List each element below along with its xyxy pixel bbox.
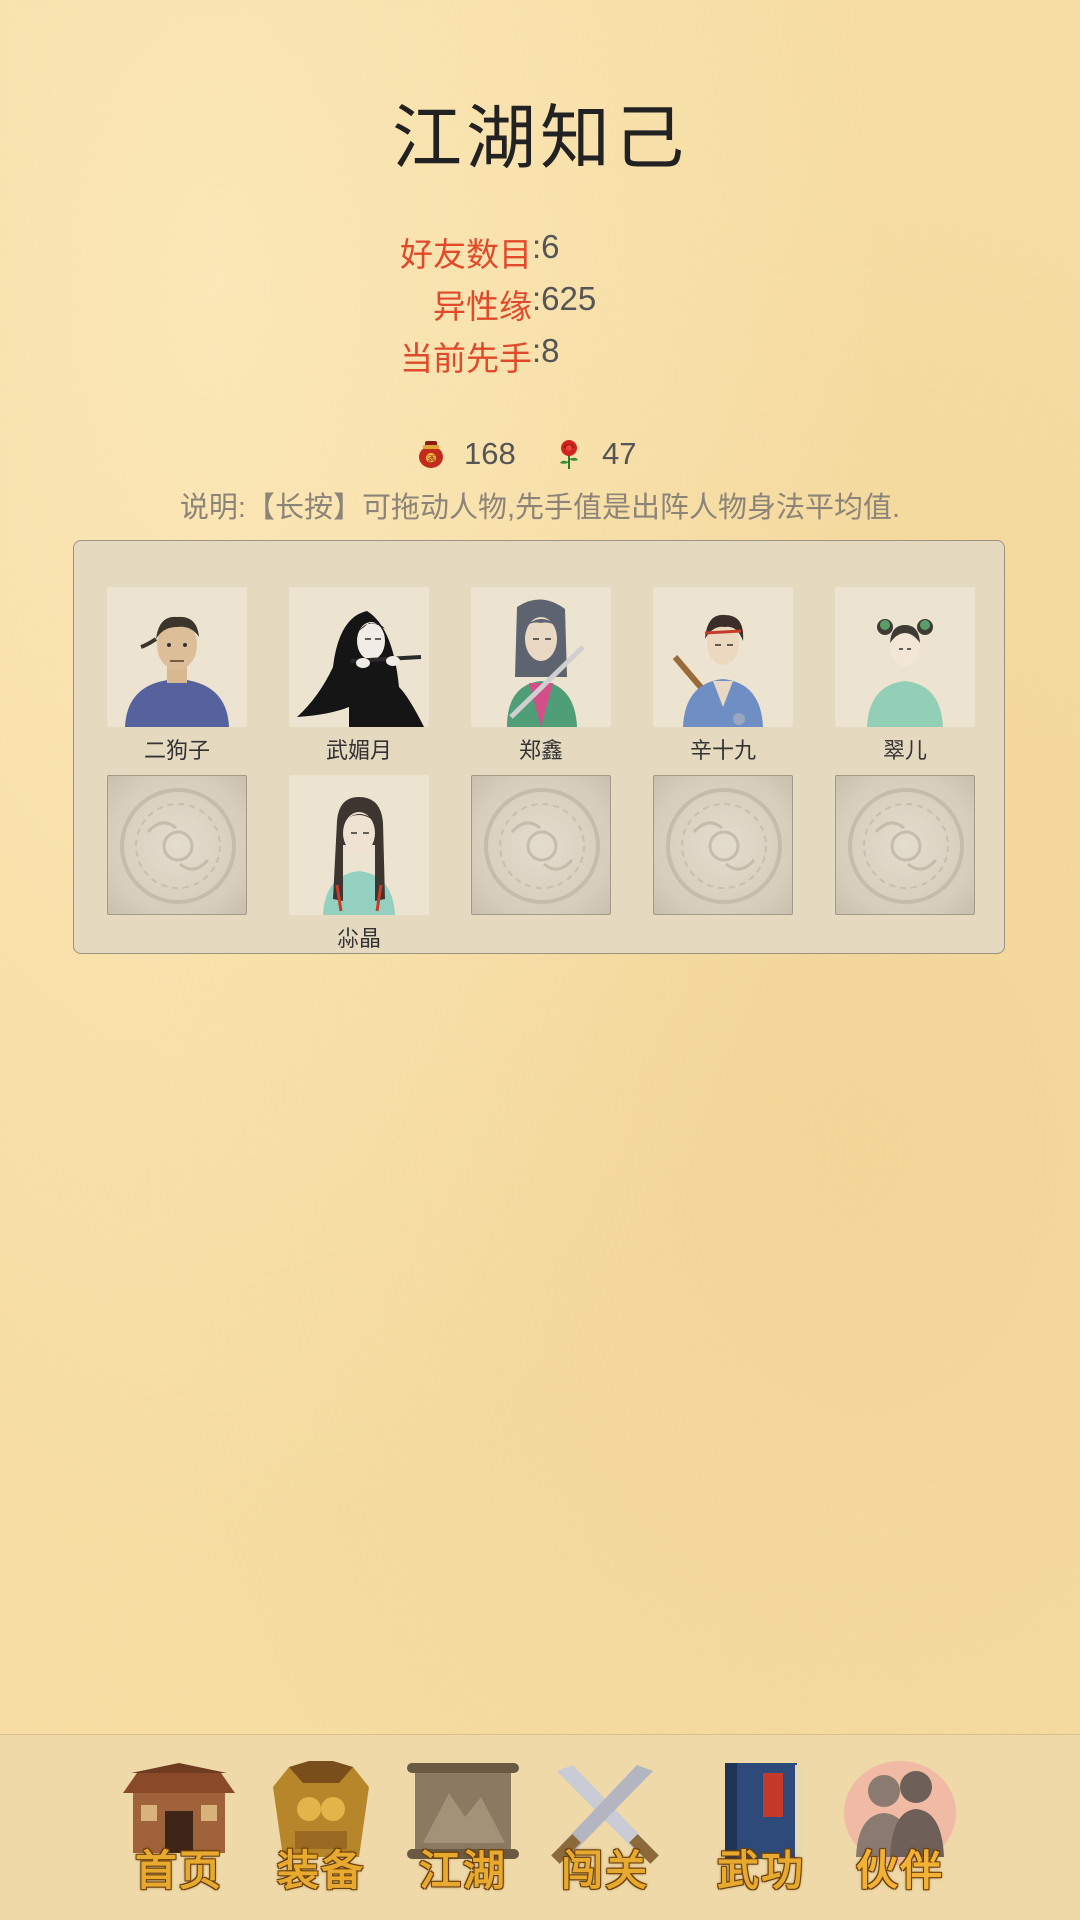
party-name: 二狗子 <box>143 738 210 763</box>
party-name: 尛晶 <box>336 926 381 951</box>
stat-value: :6 <box>532 228 560 265</box>
currency-bar: 酒 168 47 <box>0 432 1080 476</box>
stat-friend-count: 好友数目 :6 <box>0 228 1080 278</box>
nav-label: 伙伴 <box>855 1846 944 1895</box>
rose-count: 47 <box>602 436 637 471</box>
stat-charm: 异性缘 :625 <box>0 280 1080 330</box>
nav-home[interactable]: 首页 <box>117 1757 241 1907</box>
nav-label: 武功 <box>716 1846 805 1895</box>
empty-seal-icon <box>120 788 236 904</box>
portrait-youth-blue-staff <box>653 587 793 727</box>
wine-currency: 酒 168 <box>414 432 516 476</box>
nav-label: 首页 <box>134 1846 223 1895</box>
stat-initiative: 当前先手 :8 <box>0 332 1080 382</box>
party-slot-empty[interactable] <box>653 775 793 915</box>
instruction-note: 说明:【长按】可拖动人物,先手值是出阵人物身法平均值. <box>179 492 901 524</box>
nav-companions[interactable]: 伙伴 <box>838 1757 962 1907</box>
portrait-girl-teal-dress <box>835 587 975 727</box>
party-slot-empty[interactable] <box>471 775 611 915</box>
party-slot-ergouzi[interactable] <box>107 587 247 727</box>
party-slot-empty[interactable] <box>835 775 975 915</box>
party-name: 辛十九 <box>689 738 756 763</box>
empty-seal-icon <box>666 788 782 904</box>
nav-jianghu[interactable]: 江湖 <box>401 1757 525 1907</box>
nav-challenge[interactable]: 闯关 <box>543 1757 667 1907</box>
party-name: 翠儿 <box>882 738 927 763</box>
rose-currency: 47 <box>552 432 636 476</box>
nav-martial-arts[interactable]: 武功 <box>699 1757 823 1907</box>
party-slot-empty[interactable] <box>107 775 247 915</box>
party-slot-wumeiyue[interactable] <box>289 587 429 727</box>
nav-label: 装备 <box>276 1846 365 1895</box>
stat-label: 当前先手 <box>400 340 532 377</box>
wine-count: 168 <box>464 436 516 471</box>
portrait-man-blue-robe <box>107 587 247 727</box>
stat-label: 异性缘 <box>433 288 532 325</box>
party-panel: 二狗子 武媚月 郑鑫 辛十九 翠儿 尛晶 <box>73 540 1005 954</box>
nav-equipment[interactable]: 装备 <box>259 1757 383 1907</box>
party-slot-xiaojing[interactable] <box>289 775 429 915</box>
party-name: 郑鑫 <box>518 738 563 763</box>
stat-value: :625 <box>532 280 597 317</box>
empty-seal-icon <box>484 788 600 904</box>
party-slot-cuier[interactable] <box>835 587 975 727</box>
nav-label: 闯关 <box>560 1846 649 1895</box>
empty-seal-icon <box>848 788 964 904</box>
portrait-woman-braids-teal <box>289 775 429 915</box>
party-name: 武媚月 <box>325 738 392 763</box>
wine-jar-icon: 酒 <box>419 441 443 468</box>
bottom-nav: 首页 装备 江湖 闯关 武功 伙伴 <box>0 1734 1080 1920</box>
svg-text:酒: 酒 <box>427 455 435 464</box>
party-slot-xinshijiu[interactable] <box>653 587 793 727</box>
party-slot-zhengxin[interactable] <box>471 587 611 727</box>
portrait-swordsman-green-robe <box>471 587 611 727</box>
stat-label: 好友数目 <box>400 236 532 273</box>
nav-label: 江湖 <box>418 1846 507 1895</box>
page-title: 江湖知己 <box>392 99 688 177</box>
rose-icon <box>560 440 578 469</box>
stat-value: :8 <box>532 332 560 369</box>
portrait-woman-black-flute <box>289 587 429 727</box>
